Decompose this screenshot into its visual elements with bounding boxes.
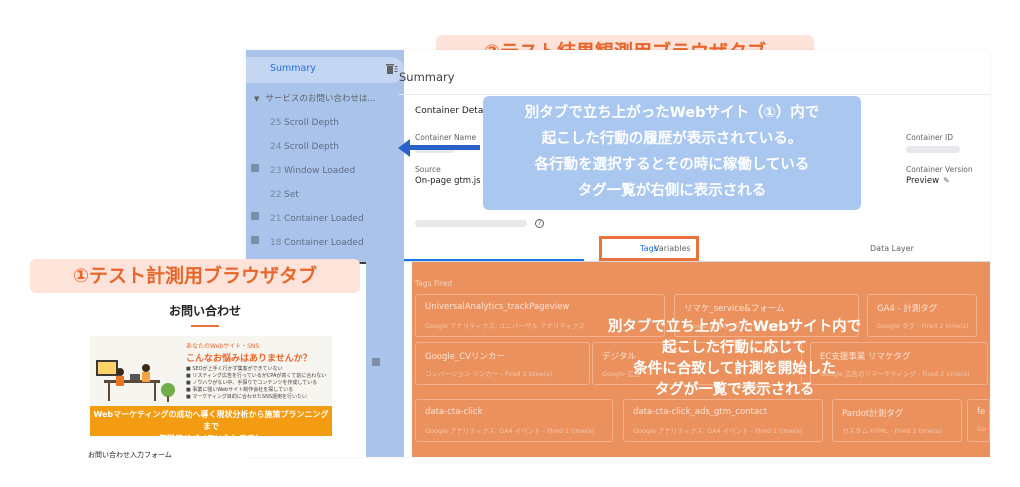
callout-line: 起こした行動の履歴が表示されている。 [541, 131, 803, 147]
tab-data-layer[interactable]: Data Layer [870, 244, 914, 253]
pointer-arrow [406, 145, 480, 150]
form-page-title: お問い合わせ [168, 304, 241, 318]
sidebar-event-label: Scroll Depth [284, 118, 339, 128]
office-illustration-icon [96, 360, 175, 402]
tag-card[interactable]: Pardot計測タグカスタム HTML - Fired 2 time(s) [832, 399, 962, 442]
tab-tags[interactable]: Tags [599, 236, 699, 261]
tag-name: GA4 - 計測タグ [877, 304, 938, 314]
tag-name: Google_CVリンカー [425, 352, 505, 362]
banner-point: ■ ノウハウがない中、手探りでコンテンツを作成している [186, 380, 318, 386]
gtm-event-icon [251, 212, 259, 220]
tag-name: data-cta-click [425, 407, 483, 417]
gtm-event-icon [251, 236, 259, 244]
sidebar-summary-label: Summary [270, 63, 316, 74]
sidebar-event-number: 21 [270, 214, 282, 224]
sidebar-event-number: 22 [270, 190, 282, 200]
container-version-value: Preview ✎ [906, 176, 950, 186]
collapse-arrow-icon: ▼ [254, 95, 260, 103]
sidebar-summary-item[interactable]: Summary [246, 57, 404, 83]
tags-fired-label: Tags Fired [415, 279, 453, 288]
gtm-event-icon [372, 358, 380, 366]
banner-cta[interactable]: Webマーケティングの成功へ導く現状分析から施策プランニングまで 無料アドバイス… [90, 406, 332, 443]
sidebar-event-label: Window Loaded [284, 166, 356, 176]
sidebar-event-number: 18 [270, 238, 282, 248]
tag-type: Google アナリティクス: GA4 イベント - Fired 1 time(… [425, 427, 595, 435]
sidebar-event-item[interactable]: 25 Scroll Depth [246, 116, 404, 132]
sidebar-event-label: Container Loaded [284, 214, 364, 224]
banner-point: ■ 事業に強いWebサイト制作会社を探している [186, 387, 294, 393]
tag-card[interactable]: data-cta-click Google アナリティクス: GA4 イベント -… [415, 399, 613, 442]
sidebar-page-group[interactable]: ▼ サービスのお問い合わせは... [254, 92, 404, 106]
banner-eyebrow: あなたのWebサイト・SNS [186, 343, 260, 350]
tag-name: Pardot計測タグ [842, 409, 904, 419]
tag-name: data-cta-click_ads_gtm_contact [633, 407, 768, 417]
banner-cta-line: Webマーケティングの成功へ導く現状分析から施策プランニングまで [93, 410, 329, 431]
sidebar-event-item[interactable]: 18 Container Loaded [246, 236, 404, 252]
form-section-label: お問い合わせ入力フォーム [88, 451, 172, 459]
sidebar-group-label: サービスのお問い合わせは... [265, 94, 376, 104]
panel-explanation-line: タグが一覧で表示される [654, 382, 815, 398]
explanation-callout: 別タブで立ち上がったWebサイト（①）内で 起こした行動の履歴が表示されている。… [483, 96, 861, 210]
title-underline [191, 325, 219, 327]
tags-fired-panel: Tags Fired UniversalAnalytics_trackPagev… [412, 262, 990, 457]
callout-line: タグ一覧が右側に表示される [577, 183, 767, 199]
banner-point: ■ マーケティング目的に合わせたSNS運用を行いたい [186, 394, 308, 400]
banner-headline: こんなお悩みはありませんか？ [186, 354, 312, 364]
banner-cta-line: 無料アドバイスいたします！ [159, 434, 263, 443]
consultation-banner[interactable]: あなたのWebサイト・SNS こんなお悩みはありませんか？ ■ SEOが上手く行… [90, 336, 332, 443]
panel-explanation: 別タブで立ち上がったWebサイト内で 起こした行動に応じて 条件に合致して計測を… [527, 317, 942, 401]
container-version-text: Preview [906, 176, 940, 186]
domain-redacted [415, 220, 527, 227]
test-tab-label: ①テスト計測用ブラウザタブ [30, 259, 360, 293]
banner-point-list: ■ SEOが上手く行かず集客ができていない ■ リスティング広告を行っているがC… [186, 366, 326, 401]
gtm-event-icon [251, 164, 259, 172]
tag-type: カスタム HTML - Fired 2 time(s) [842, 427, 942, 435]
tag-type: Go [977, 425, 986, 433]
container-id-redacted [906, 146, 960, 153]
panel-explanation-line: 起こした行動に応じて [662, 340, 807, 356]
sidebar-event-label: Container Loaded [284, 238, 364, 248]
edit-pencil-icon[interactable]: ✎ [943, 176, 950, 185]
tag-card[interactable]: data-cta-click_ads_gtm_contact Google アナリ… [623, 399, 823, 442]
banner-point: ■ リスティング広告を行っているがCPAが高くて割に合わない [186, 373, 327, 379]
clear-list-icon[interactable] [386, 63, 398, 75]
container-name-label: Container Name [415, 133, 477, 142]
container-details-title: Container Details [415, 106, 494, 116]
sidebar-event-number: 23 [270, 166, 282, 176]
panel-explanation-line: 条件に合致して計測を開始した [633, 361, 836, 377]
callout-line: 各行動を選択するとその時に稼働している [534, 157, 810, 173]
sidebar-event-item[interactable]: 21 Container Loaded [246, 212, 404, 228]
sidebar-event-label: Set [284, 190, 299, 200]
sidebar-event-item[interactable]: 24 Scroll Depth [246, 140, 404, 156]
tag-name: UniversalAnalytics_trackPageview [425, 302, 570, 312]
sidebar-event-number: 24 [270, 142, 282, 152]
pointer-arrow-head [398, 139, 410, 157]
page-title: Summary [399, 70, 455, 84]
tag-card[interactable]: fe Go [967, 399, 990, 442]
sidebar-event-label: Scroll Depth [284, 142, 339, 152]
sidebar-event-item[interactable]: 23 Window Loaded [246, 164, 404, 180]
tag-name: fe [977, 407, 986, 417]
sidebar-event-number: 25 [270, 118, 282, 128]
banner-point: ■ SEOが上手く行かず集客ができていない [186, 366, 283, 372]
active-tab-indicator [404, 259, 584, 261]
callout-line: 別タブで立ち上がったWebサイト（①）内で [524, 105, 820, 121]
tag-name: リマケ_service&フォーム [684, 304, 785, 314]
sidebar-event-item[interactable]: 22 Set [246, 188, 404, 204]
help-icon[interactable]: ? [535, 219, 544, 228]
panel-explanation-line: 別タブで立ち上がったWebサイト内で [607, 319, 862, 335]
container-id-label: Container ID [906, 133, 954, 142]
divider [399, 94, 990, 95]
tag-type: Google アナリティクス: GA4 イベント - Fired 1 time(… [633, 427, 803, 435]
container-version-label: Container Version [906, 165, 973, 174]
source-label: Source [415, 165, 441, 174]
